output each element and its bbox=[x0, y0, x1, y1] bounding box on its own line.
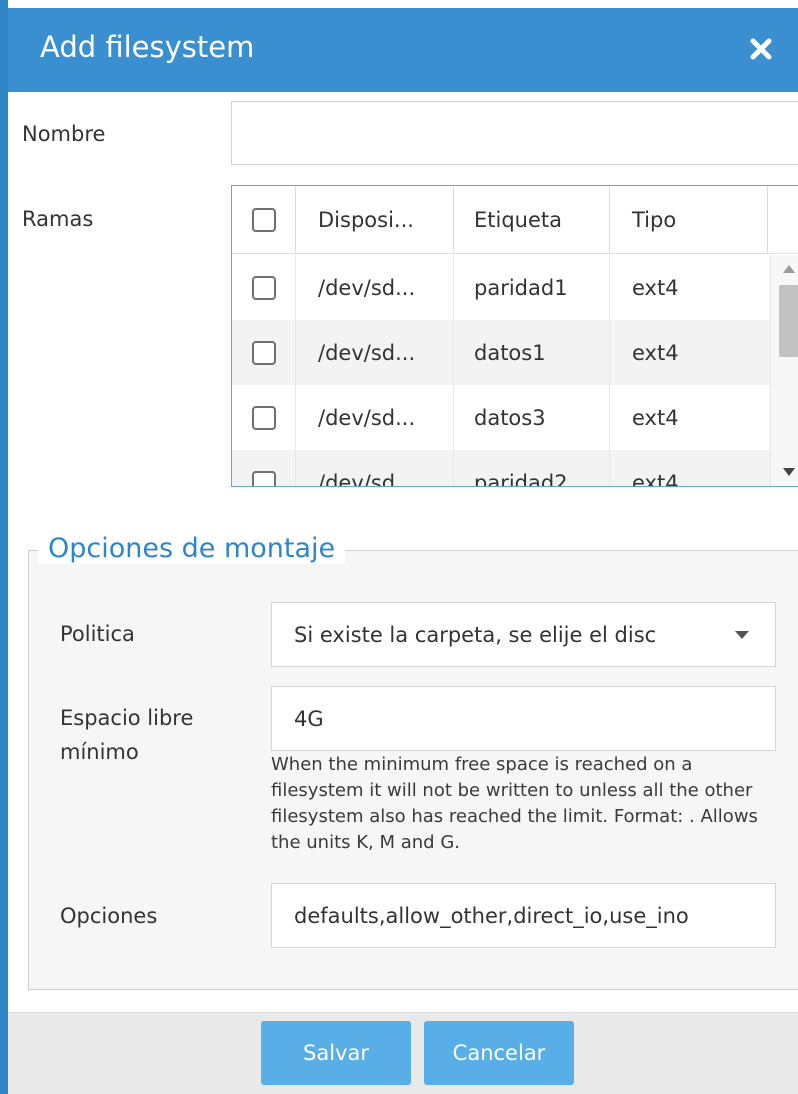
table-row[interactable]: /dev/sd... datos3 ext4 bbox=[232, 385, 770, 450]
select-all-cell bbox=[232, 186, 296, 253]
row-checkbox[interactable] bbox=[251, 470, 276, 486]
branches-grid: Disposi... Etiqueta Tipo /dev/sd... pari… bbox=[231, 185, 798, 487]
name-input-field[interactable] bbox=[254, 121, 798, 145]
add-filesystem-dialog: Add filesystem Nombre Ramas Disposi... E… bbox=[0, 0, 798, 1094]
min-free-space-field[interactable] bbox=[294, 706, 775, 731]
row-checkbox[interactable] bbox=[251, 340, 276, 365]
row-device: /dev/sd... bbox=[296, 450, 454, 486]
min-free-space-label: Espacio libre bbox=[60, 706, 194, 730]
policy-label: Politica bbox=[60, 622, 135, 646]
row-checkbox-cell bbox=[232, 385, 296, 450]
row-label: paridad2 bbox=[454, 450, 610, 486]
dialog-title: Add filesystem bbox=[40, 30, 255, 64]
row-checkbox-cell bbox=[232, 255, 296, 320]
name-label: Nombre bbox=[22, 122, 106, 146]
scroll-up-arrow-icon[interactable] bbox=[783, 265, 795, 273]
close-icon[interactable] bbox=[744, 32, 778, 66]
table-row[interactable]: /dev/sd... paridad2 ext4 bbox=[232, 450, 770, 487]
save-button[interactable]: Salvar bbox=[261, 1021, 411, 1085]
row-checkbox[interactable] bbox=[251, 275, 276, 300]
table-row[interactable]: /dev/sd... paridad1 ext4 bbox=[232, 255, 770, 320]
row-checkbox-cell bbox=[232, 450, 296, 486]
scroll-thumb[interactable] bbox=[779, 285, 798, 357]
dialog-title-bar: Add filesystem bbox=[8, 8, 798, 92]
options-input[interactable] bbox=[271, 883, 776, 948]
grid-body: /dev/sd... paridad1 ext4 /dev/sd... dato… bbox=[232, 255, 770, 487]
grid-header: Disposi... Etiqueta Tipo bbox=[232, 186, 798, 254]
row-device: /dev/sd... bbox=[296, 320, 454, 385]
min-free-space-input[interactable] bbox=[271, 686, 776, 751]
row-checkbox[interactable] bbox=[251, 405, 276, 430]
row-type: ext4 bbox=[632, 405, 679, 430]
row-label: datos3 bbox=[454, 385, 610, 450]
policy-select[interactable]: Si existe la carpeta, se elije el disc bbox=[271, 602, 776, 667]
row-type: ext4 bbox=[632, 275, 679, 300]
mount-options-legend: Opciones de montaje bbox=[38, 533, 346, 564]
column-header-device[interactable]: Disposi... bbox=[296, 186, 454, 253]
options-label: Opciones bbox=[60, 904, 158, 928]
options-field[interactable] bbox=[294, 903, 775, 928]
row-type: ext4 bbox=[632, 470, 679, 487]
row-checkbox-cell bbox=[232, 320, 296, 385]
column-header-label[interactable]: Etiqueta bbox=[454, 186, 610, 253]
row-label: paridad1 bbox=[454, 255, 610, 320]
row-device: /dev/sd... bbox=[296, 385, 454, 450]
scroll-down-arrow-icon[interactable] bbox=[783, 468, 795, 476]
row-label: datos1 bbox=[454, 320, 610, 385]
column-header-type[interactable]: Tipo bbox=[610, 186, 768, 253]
row-device: /dev/sd... bbox=[296, 255, 454, 320]
policy-select-value: Si existe la carpeta, se elije el disc bbox=[294, 622, 657, 647]
grid-scrollbar[interactable] bbox=[770, 255, 798, 486]
cancel-button[interactable]: Cancelar bbox=[424, 1021, 574, 1085]
chevron-down-icon bbox=[735, 631, 749, 639]
min-free-space-help: When the minimum free space is reached o… bbox=[271, 754, 758, 853]
row-type: ext4 bbox=[632, 340, 679, 365]
name-input[interactable] bbox=[231, 101, 798, 165]
branches-label: Ramas bbox=[22, 207, 94, 231]
min-free-space-label-line2: mínimo bbox=[60, 740, 139, 764]
select-all-checkbox[interactable] bbox=[251, 207, 276, 232]
table-row[interactable]: /dev/sd... datos1 ext4 bbox=[232, 320, 770, 385]
